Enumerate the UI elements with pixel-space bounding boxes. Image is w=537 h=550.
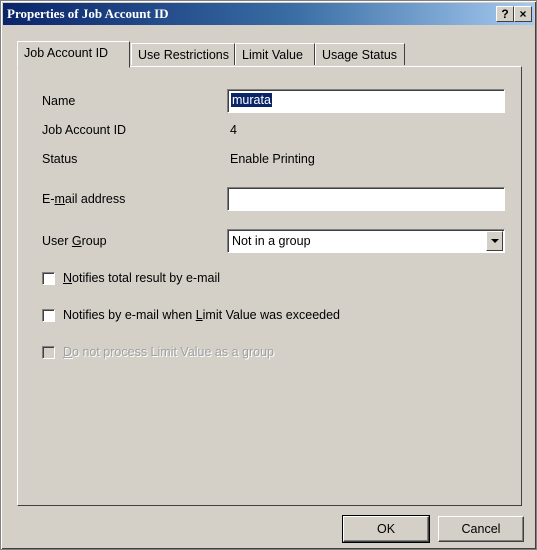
- properties-dialog: Properties of Job Account ID ? × Job Acc…: [0, 0, 537, 550]
- notify-limit-exceeded-label-mnemonic: L: [195, 308, 203, 322]
- email-input[interactable]: [227, 187, 505, 211]
- title-bar[interactable]: Properties of Job Account ID ? ×: [3, 3, 534, 25]
- user-group-select-value: Not in a group: [232, 234, 311, 248]
- tab-job-account-id[interactable]: Job Account ID: [17, 41, 130, 68]
- tab-limit-value[interactable]: Limit Value: [235, 43, 315, 65]
- user-group-label: User Group: [42, 234, 107, 248]
- cancel-button[interactable]: Cancel: [438, 516, 524, 542]
- name-input-value: murata: [231, 93, 272, 107]
- close-button[interactable]: ×: [514, 6, 532, 22]
- job-account-id-label: Job Account ID: [42, 123, 127, 137]
- notify-limit-exceeded-label-post: imit Value was exceeded: [202, 308, 340, 322]
- user-group-label-mnemonic: G: [71, 234, 82, 248]
- user-group-label-pre: User: [42, 234, 72, 248]
- no-group-limit-label-post: o not process Limit Value as a group: [72, 345, 274, 359]
- tab-use-restrictions[interactable]: Use Restrictions: [131, 43, 235, 65]
- no-group-limit-label-mnemonic: D: [63, 345, 73, 359]
- tab-usage-status[interactable]: Usage Status: [315, 43, 405, 65]
- status-value: Enable Printing: [230, 152, 315, 166]
- tab-panel-job-account-id: Name murata Job Account ID 4 Status Enab…: [17, 66, 522, 506]
- user-group-label-post: roup: [81, 234, 107, 248]
- window-title: Properties of Job Account ID: [7, 6, 169, 21]
- notify-total-result-label-post: otifies total result by e-mail: [72, 271, 221, 285]
- email-label-pre: E-: [42, 192, 55, 206]
- notify-limit-exceeded-label: Notifies by e-mail when Limit Value was …: [63, 308, 340, 322]
- notify-total-result-label: Notifies total result by e-mail: [63, 271, 220, 285]
- email-label-mnemonic: m: [54, 192, 65, 206]
- notify-total-result-checkbox[interactable]: [42, 272, 55, 285]
- email-label-post: ail address: [64, 192, 126, 206]
- ok-button[interactable]: OK: [342, 515, 430, 543]
- notify-total-result-label-mnemonic: N: [63, 271, 73, 285]
- dropdown-arrow-icon[interactable]: [486, 231, 503, 251]
- no-group-limit-checkbox: [42, 346, 55, 359]
- name-input[interactable]: murata: [227, 89, 505, 113]
- user-group-select[interactable]: Not in a group: [227, 229, 505, 253]
- notify-limit-exceeded-checkbox[interactable]: [42, 309, 55, 322]
- job-account-id-value: 4: [230, 123, 237, 137]
- status-label: Status: [42, 152, 78, 166]
- email-label: E-mail address: [42, 192, 125, 206]
- help-button[interactable]: ?: [496, 6, 514, 22]
- notify-limit-exceeded-label-pre: Notifies by e-mail when: [63, 308, 196, 322]
- no-group-limit-label: Do not process Limit Value as a group: [63, 345, 274, 359]
- name-label: Name: [42, 94, 76, 108]
